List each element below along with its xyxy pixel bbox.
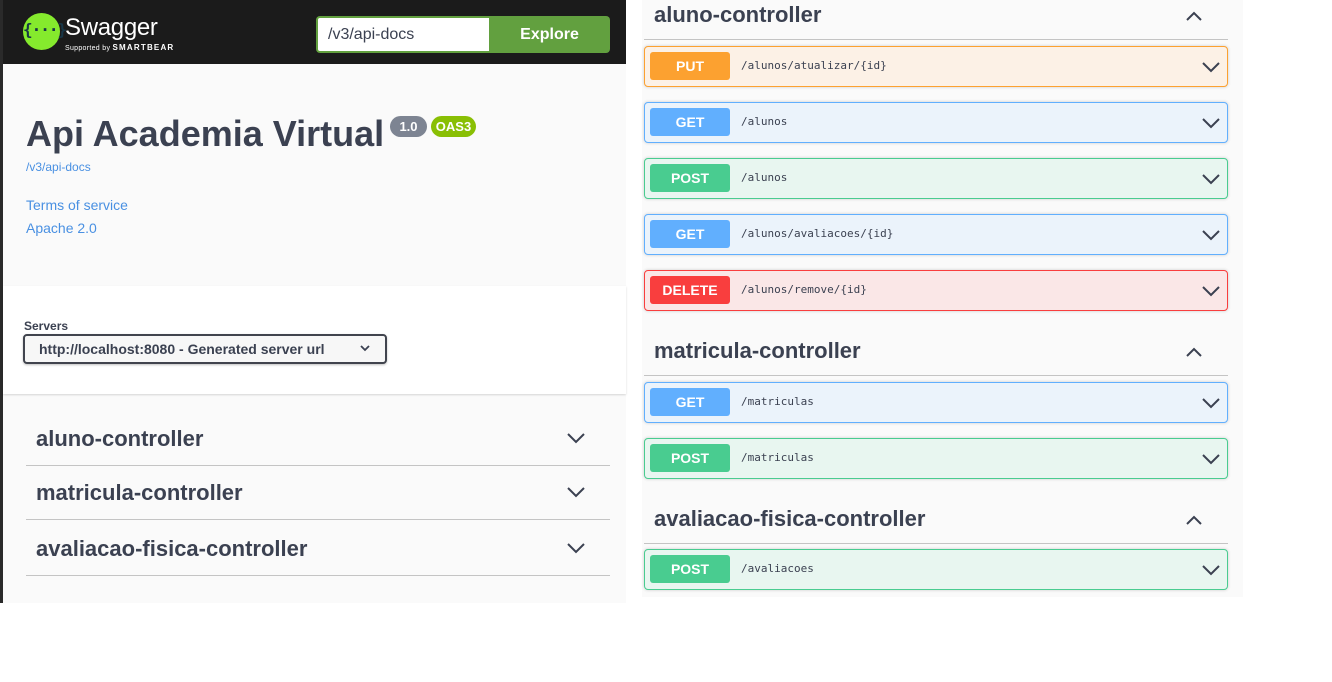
swagger-main-panel: {···} Swagger Supported by SMARTBEAR Exp… [0, 0, 626, 603]
chevron-down-icon[interactable] [1201, 393, 1221, 413]
tag-name: matricula-controller [36, 480, 243, 505]
logo-glyph: {···} [23, 20, 67, 39]
method-badge: DELETE [650, 276, 730, 304]
tag-matricula-controller-collapsed[interactable]: matricula-controller [26, 464, 610, 520]
api-title: Api Academia Virtual [26, 113, 385, 154]
tag-name: aluno-controller [654, 2, 822, 27]
server-select[interactable]: http://localhost:8080 - Generated server… [23, 334, 387, 364]
operation-path: /alunos/avaliacoes/{id} [741, 227, 894, 240]
method-badge: POST [650, 555, 730, 583]
chevron-down-icon[interactable] [1201, 113, 1221, 133]
tag-name: matricula-controller [654, 338, 861, 363]
explore-button[interactable]: Explore [489, 16, 610, 53]
chevron-down-icon[interactable] [566, 538, 586, 558]
operation-path: /avaliacoes [741, 562, 814, 575]
spec-url-input[interactable] [316, 16, 490, 53]
topbar: {···} Swagger Supported by SMARTBEAR Exp… [3, 0, 626, 64]
terms-of-service-link[interactable]: Terms of service [26, 197, 128, 213]
method-badge: POST [650, 164, 730, 192]
servers-label: Servers [24, 319, 69, 333]
chevron-down-icon [359, 337, 371, 363]
server-select-value: http://localhost:8080 - Generated server… [39, 341, 325, 357]
chevron-down-icon[interactable] [566, 428, 586, 448]
tag-name: avaliacao-fisica-controller [36, 536, 308, 561]
method-badge: GET [650, 220, 730, 248]
license-link[interactable]: Apache 2.0 [26, 220, 97, 236]
method-badge: GET [650, 388, 730, 416]
spec-url-link[interactable]: /v3/api-docs [26, 160, 91, 174]
operation-get-alunos-avaliacoes[interactable]: GET /alunos/avaliacoes/{id} [644, 214, 1228, 255]
brand-name: Swagger [65, 14, 158, 41]
expanded-operations-panel: aluno-controller PUT /alunos/atualizar/{… [642, 0, 1243, 597]
operation-put-alunos-atualizar[interactable]: PUT /alunos/atualizar/{id} [644, 46, 1228, 87]
brand-sub-company: SMARTBEAR [112, 43, 175, 52]
tag-name: avaliacao-fisica-controller [654, 506, 926, 531]
chevron-down-icon[interactable] [1201, 560, 1221, 580]
chevron-down-icon[interactable] [566, 482, 586, 502]
operation-get-matriculas[interactable]: GET /matriculas [644, 382, 1228, 423]
operation-path: /alunos/remove/{id} [741, 283, 867, 296]
operation-delete-alunos-remove[interactable]: DELETE /alunos/remove/{id} [644, 270, 1228, 311]
tag-aluno-controller[interactable]: aluno-controller [644, 0, 1228, 40]
operation-path: /matriculas [741, 395, 814, 408]
method-badge: POST [650, 444, 730, 472]
brand-sub-prefix: Supported by [65, 45, 111, 52]
operation-path: /matriculas [741, 451, 814, 464]
tag-avaliacao-fisica-controller[interactable]: avaliacao-fisica-controller [644, 504, 1228, 544]
chevron-down-icon[interactable] [1201, 225, 1221, 245]
operation-path: /alunos/atualizar/{id} [741, 59, 887, 72]
operation-get-alunos[interactable]: GET /alunos [644, 102, 1228, 143]
chevron-up-icon[interactable] [1184, 342, 1204, 362]
tag-name: aluno-controller [36, 426, 204, 451]
operation-path: /alunos [741, 171, 788, 184]
method-badge: PUT [650, 52, 730, 80]
operation-post-matriculas[interactable]: POST /matriculas [644, 438, 1228, 479]
chevron-up-icon[interactable] [1184, 6, 1204, 26]
chevron-down-icon[interactable] [1201, 169, 1221, 189]
chevron-down-icon[interactable] [1201, 57, 1221, 77]
tag-avaliacao-fisica-controller-collapsed[interactable]: avaliacao-fisica-controller [26, 520, 610, 576]
tag-aluno-controller-collapsed[interactable]: aluno-controller [26, 410, 610, 466]
version-badge: 1.0 [390, 116, 427, 137]
chevron-down-icon[interactable] [1201, 449, 1221, 469]
operation-post-avaliacoes[interactable]: POST /avaliacoes [644, 549, 1228, 590]
brand-subtitle: Supported by SMARTBEAR [65, 43, 174, 52]
operation-post-alunos[interactable]: POST /alunos [644, 158, 1228, 199]
operation-path: /alunos [741, 115, 788, 128]
method-badge: GET [650, 108, 730, 136]
chevron-down-icon[interactable] [1201, 281, 1221, 301]
chevron-up-icon[interactable] [1184, 510, 1204, 530]
servers-section: Servers http://localhost:8080 - Generate… [3, 286, 626, 394]
swagger-logo-icon: {···} [23, 13, 67, 50]
oas-badge: OAS3 [431, 116, 476, 137]
tag-matricula-controller[interactable]: matricula-controller [644, 336, 1228, 376]
